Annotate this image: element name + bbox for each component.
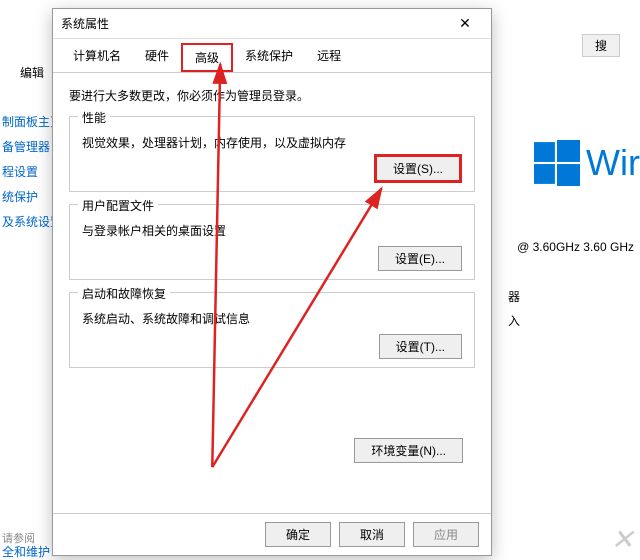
titlebar: 系统属性 ✕	[53, 9, 491, 39]
dialog-title: 系统属性	[61, 15, 447, 32]
windows-text: Wir	[586, 142, 640, 184]
group-startup-title: 启动和故障恢复	[78, 285, 170, 302]
tab-computer-name[interactable]: 计算机名	[61, 43, 133, 72]
windows-logo: Wir	[534, 140, 640, 186]
group-user-profiles-desc: 与登录帐户相关的桌面设置	[82, 222, 462, 239]
group-user-profiles-title: 用户配置文件	[78, 197, 158, 214]
cpu-ghz: @ 3.60GHz 3.60 GHz	[517, 240, 634, 254]
group-user-profiles: 用户配置文件 与登录帐户相关的桌面设置 设置(E)...	[69, 204, 475, 280]
bg-label-1: 器	[508, 288, 520, 305]
system-properties-dialog: 系统属性 ✕ 计算机名 硬件 高级 系统保护 远程 要进行大多数更改，你必须作为…	[52, 8, 492, 556]
apply-button[interactable]: 应用	[413, 522, 479, 547]
tab-remote[interactable]: 远程	[305, 43, 353, 72]
tab-system-protection[interactable]: 系统保护	[233, 43, 305, 72]
bg-label-2: 入	[508, 312, 520, 329]
bg-link-advanced[interactable]: 及系统设置	[2, 213, 50, 230]
watermark: ✕	[611, 523, 634, 556]
background-sidebar: 编辑 制面板主页 备管理器 程设置 统保护 及系统设置	[0, 0, 50, 238]
content-area: 要进行大多数更改，你必须作为管理员登录。 性能 视觉效果，处理器计划，内存使用，…	[53, 73, 491, 513]
environment-variables-button[interactable]: 环境变量(N)...	[354, 438, 463, 463]
ok-button[interactable]: 确定	[265, 522, 331, 547]
bg-footer-link[interactable]: 全和维护	[2, 543, 50, 560]
bg-link-cp[interactable]: 制面板主页	[2, 113, 50, 130]
group-performance-title: 性能	[78, 109, 110, 126]
close-icon[interactable]: ✕	[447, 15, 483, 32]
user-profiles-settings-button[interactable]: 设置(E)...	[378, 246, 462, 271]
admin-note: 要进行大多数更改，你必须作为管理员登录。	[69, 87, 475, 104]
group-startup: 启动和故障恢复 系统启动、系统故障和调试信息 设置(T)...	[69, 292, 475, 368]
edit-menu[interactable]: 编辑	[20, 64, 50, 81]
cancel-button[interactable]: 取消	[339, 522, 405, 547]
dialog-footer: 确定 取消 应用	[53, 513, 491, 555]
group-performance: 性能 视觉效果，处理器计划，内存使用，以及虚拟内存 设置(S)...	[69, 116, 475, 192]
search-button[interactable]: 搜	[582, 34, 620, 57]
tab-advanced[interactable]: 高级	[181, 43, 233, 72]
startup-settings-button[interactable]: 设置(T)...	[379, 334, 462, 359]
bg-link-protect[interactable]: 统保护	[2, 188, 50, 205]
group-performance-desc: 视觉效果，处理器计划，内存使用，以及虚拟内存	[82, 134, 462, 151]
tab-hardware[interactable]: 硬件	[133, 43, 181, 72]
bg-link-dev[interactable]: 备管理器	[2, 138, 50, 155]
bg-link-remote[interactable]: 程设置	[2, 163, 50, 180]
group-startup-desc: 系统启动、系统故障和调试信息	[82, 310, 462, 327]
tabs: 计算机名 硬件 高级 系统保护 远程	[53, 39, 491, 73]
performance-settings-button[interactable]: 设置(S)...	[374, 154, 462, 183]
